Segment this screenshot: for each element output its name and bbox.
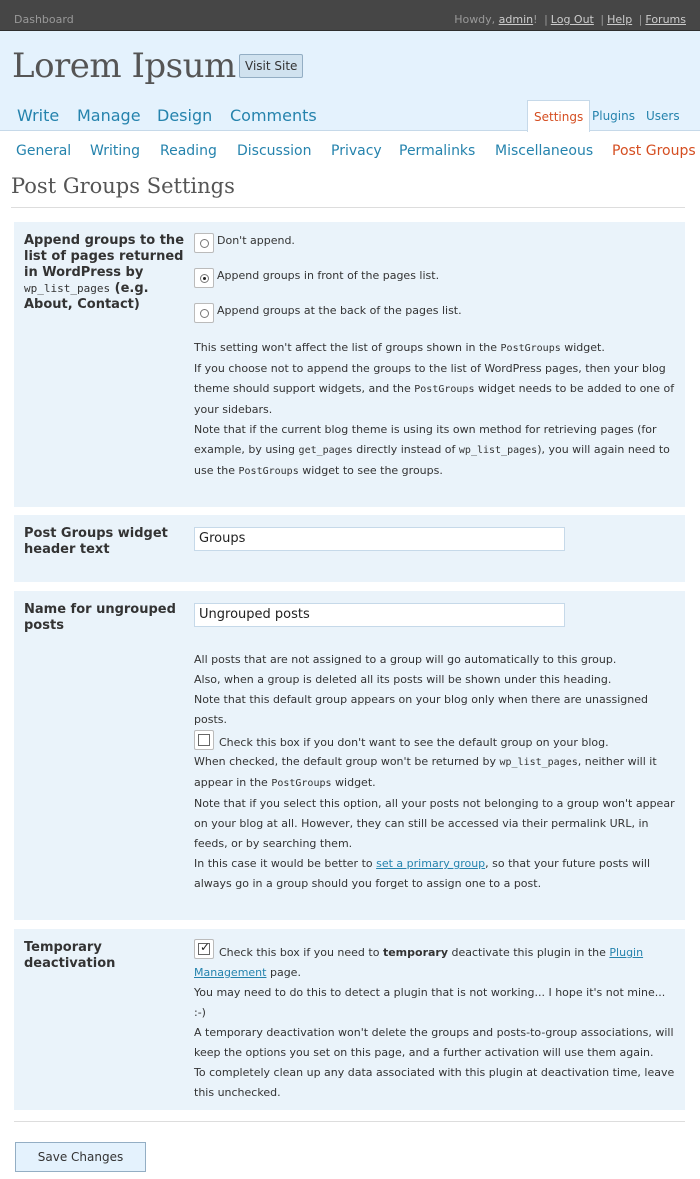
subnav-miscellaneous[interactable]: Miscellaneous [495,143,593,159]
radio-button[interactable] [194,303,214,323]
append-groups-label: Append groups to the list of pages retur… [24,233,184,313]
description-line: Note that if the current blog theme is u… [194,423,670,477]
checkbox-box [198,734,210,746]
forums-link[interactable]: Forums [645,13,686,26]
description-line: If you choose not to append the groups t… [194,362,675,416]
tab-users[interactable]: Users [640,100,686,132]
nav-manage[interactable]: Manage [77,106,141,125]
ungrouped-label: Name for ungrouped posts [24,602,176,633]
nav-design[interactable]: Design [157,106,212,125]
description-line: This setting won't affect the list of gr… [194,341,605,354]
description-line: You may need to do this to detect a plug… [194,986,666,1019]
subnav-privacy[interactable]: Privacy [331,143,382,159]
separator: | [638,13,643,26]
append-description: This setting won't affect the list of gr… [194,338,679,482]
hide-default-group-label: Check this box if you don't want to see … [219,736,609,749]
append-label-code: wp_list_pages [24,282,111,295]
nav-write[interactable]: Write [17,106,59,125]
radio-label: Append groups in front of the pages list… [217,269,440,282]
deactivation-section: Temporary deactivation ✓ Check this box … [14,929,685,1110]
widget-header-label: Post Groups widget header text [24,526,168,557]
site-header: Lorem Ipsum Visit Site Write Manage Desi… [0,31,700,132]
page-title: Post Groups Settings [11,174,235,198]
logout-link[interactable]: Log Out [551,13,594,26]
description-line: Also, when a group is deleted all its po… [194,673,612,686]
radio-dot [200,309,209,318]
radio-label: Append groups at the back of the pages l… [217,304,462,317]
visit-site-button[interactable]: Visit Site [239,54,304,78]
description-line: Note that if you select this option, all… [194,797,675,850]
radio-button[interactable] [194,233,214,253]
description-line: When checked, the default group won't be… [194,755,657,789]
subnav-writing[interactable]: Writing [90,143,140,159]
description-line: Note that this default group appears on … [194,693,648,726]
separator: | [600,13,605,26]
ungrouped-name-input[interactable]: Ungrouped posts [194,603,565,627]
subnav-discussion[interactable]: Discussion [237,143,311,159]
description-line: All posts that are not assigned to a gro… [194,653,617,666]
howdy-text: Howdy, [454,13,499,26]
site-title: Lorem Ipsum [12,46,236,86]
nav-comments[interactable]: Comments [230,106,317,125]
admin-topbar: Dashboard Howdy, admin! | Log Out | Help |… [0,0,700,31]
tab-plugins[interactable]: Plugins [586,100,641,132]
hide-default-group-description: When checked, the default group won't be… [194,752,679,894]
description-line: A temporary deactivation won't delete th… [194,1026,674,1059]
ungrouped-description: All posts that are not assigned to a gro… [194,650,679,730]
subnav-reading[interactable]: Reading [160,143,217,159]
subnav-post-groups[interactable]: Post Groups [612,143,696,159]
radio-label: Don't append. [217,234,295,247]
separator: | [544,13,548,26]
save-changes-button[interactable]: Save Changes [15,1142,146,1172]
deactivation-description: Check this box if you need to temporary … [194,943,679,1103]
help-link[interactable]: Help [607,13,632,26]
subnav-permalinks[interactable]: Permalinks [399,143,475,159]
dashboard-link[interactable]: Dashboard [14,13,74,26]
append-label-text: Append groups to the list of pages retur… [24,233,185,280]
user-profile-link[interactable]: admin [499,13,533,26]
description-line: To completely clean up any data associat… [194,1066,675,1099]
radio-dot [200,239,209,248]
set-primary-group-link[interactable]: set a primary group [376,857,485,870]
append-groups-section: Append groups to the list of pages retur… [14,222,685,507]
description-line: Check this box if you need to temporary … [194,946,644,979]
radio-dot-selected [200,274,209,283]
widget-header-input[interactable]: Groups [194,527,565,551]
user-links: Howdy, admin! | Log Out | Help | Forums [454,13,686,26]
hide-default-group-checkbox[interactable] [194,730,214,750]
radio-button[interactable] [194,268,214,288]
ungrouped-section: Name for ungrouped posts Ungrouped posts… [14,591,685,920]
divider [14,1121,685,1122]
deactivation-label: Temporary deactivation [24,940,116,971]
description-line: In this case it would be better to set a… [194,857,651,890]
divider [11,207,685,208]
howdy-bang: ! [533,13,538,26]
subnav-general[interactable]: General [16,143,71,159]
widget-header-section: Post Groups widget header text Groups [14,515,685,582]
tab-settings[interactable]: Settings [527,100,591,132]
